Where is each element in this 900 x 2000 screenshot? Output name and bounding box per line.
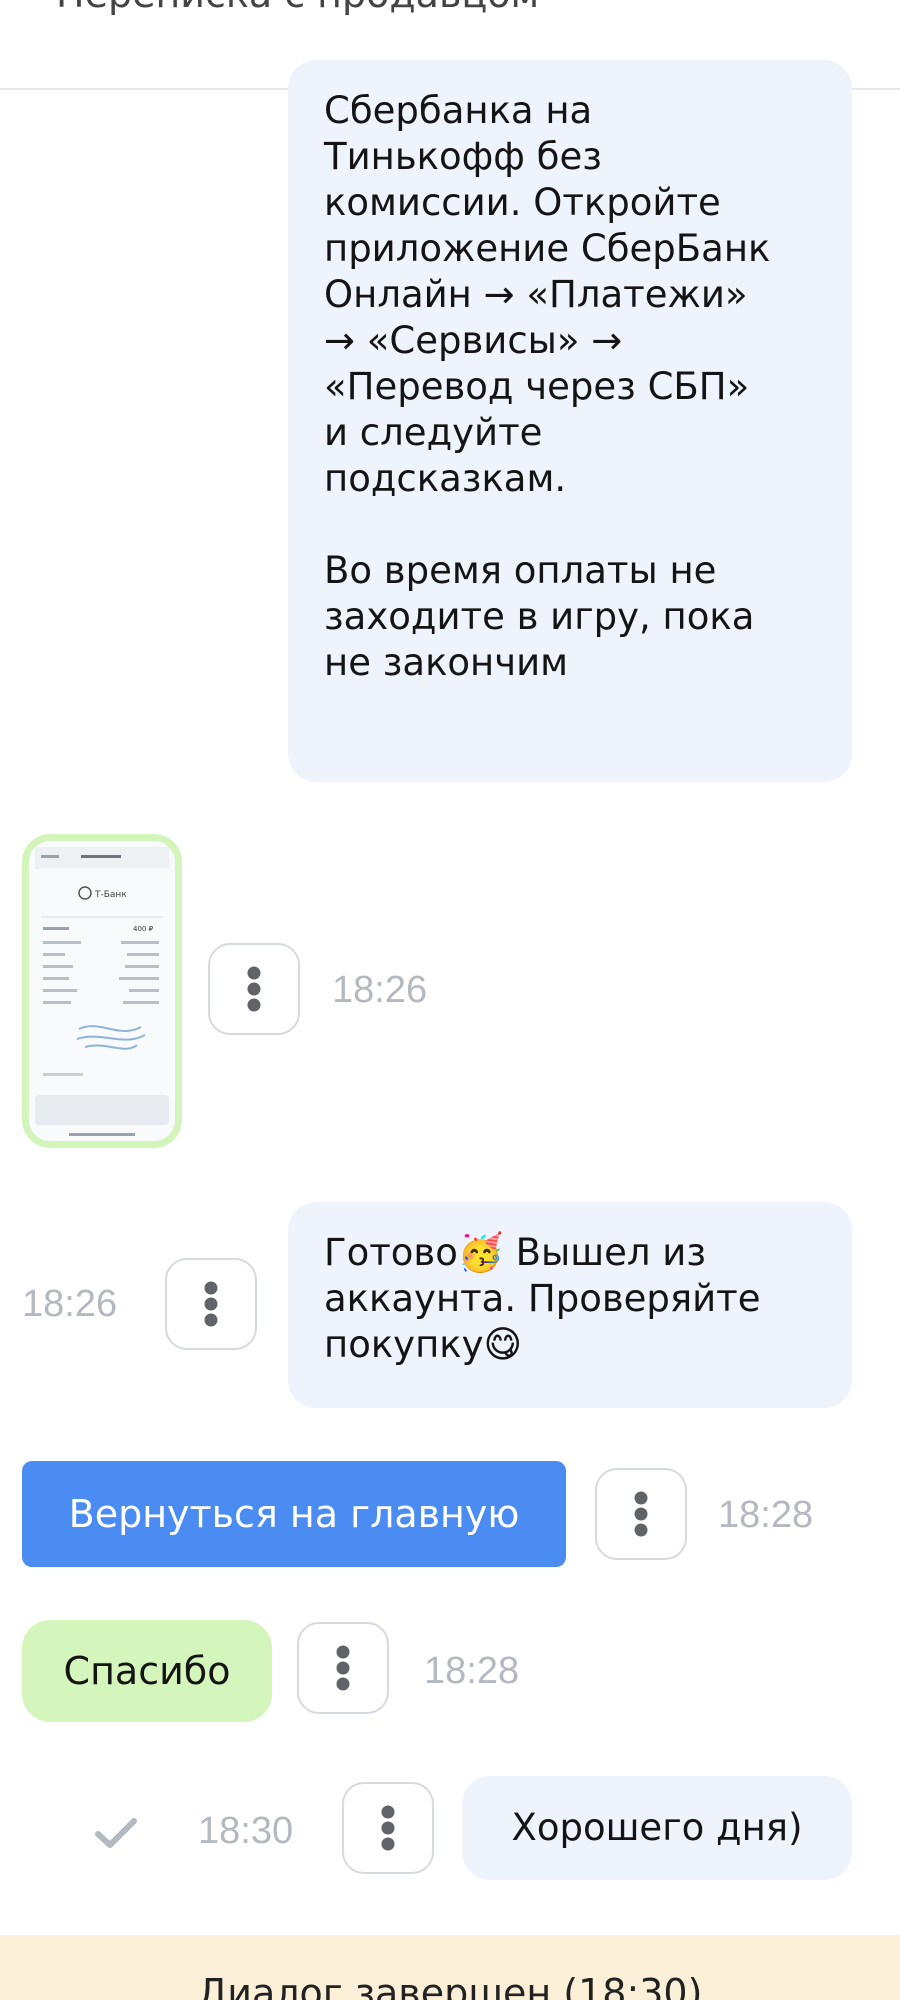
timestamp: 18:28 xyxy=(718,1494,814,1536)
receipt-amount: 400 ₽ xyxy=(133,925,154,933)
more-vertical-icon xyxy=(634,1491,648,1537)
seller-message-goodbye: Хорошего дня) xyxy=(462,1776,852,1880)
receipt-attachment[interactable]: Т-Банк 400 ₽ xyxy=(22,834,182,1148)
timestamp: 18:26 xyxy=(332,969,428,1011)
dialog-status-text: Диалог завершен (18:30) xyxy=(197,1971,703,2000)
more-vertical-icon xyxy=(204,1281,218,1327)
buyer-message-thanks: Спасибо xyxy=(22,1620,272,1722)
receipt-title: Т-Банк xyxy=(94,890,127,900)
more-vertical-icon xyxy=(336,1645,350,1691)
more-vertical-icon xyxy=(247,966,261,1012)
message-more-button[interactable] xyxy=(342,1782,434,1874)
dialog-status-banner: Диалог завершен (18:30) xyxy=(0,1935,900,2000)
return-home-button[interactable]: Вернуться на главную xyxy=(22,1461,566,1567)
checkmark-icon xyxy=(95,1818,137,1848)
message-text: Готово🥳 Вышел из аккаунта. Проверяйте по… xyxy=(324,1231,761,1366)
timestamp: 18:28 xyxy=(424,1650,520,1692)
timestamp: 18:30 xyxy=(198,1810,294,1852)
seller-message-done: Готово🥳 Вышел из аккаунта. Проверяйте по… xyxy=(288,1202,852,1408)
message-text: Спасибо xyxy=(63,1649,231,1693)
message-more-button[interactable] xyxy=(165,1258,257,1350)
message-text: Хорошего дня) xyxy=(511,1806,803,1849)
timestamp: 18:26 xyxy=(22,1283,118,1325)
more-vertical-icon xyxy=(381,1805,395,1851)
chat-title: Переписка с продавцом xyxy=(56,0,539,16)
receipt-thumbnail: Т-Банк 400 ₽ xyxy=(29,841,175,1141)
message-more-button[interactable] xyxy=(297,1622,389,1714)
seller-message-instructions: Сбербанка на Тинькофф без комиссии. Откр… xyxy=(288,60,852,782)
attachment-more-button[interactable] xyxy=(208,943,300,1035)
message-more-button[interactable] xyxy=(595,1468,687,1560)
message-text: Сбербанка на Тинькофф без комиссии. Откр… xyxy=(324,89,771,684)
